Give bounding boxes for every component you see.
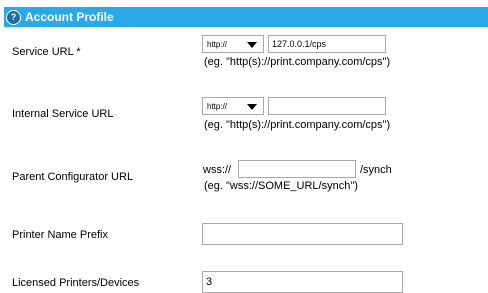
account-profile-header: ? Account Profile [4,7,488,27]
internal-service-url-protocol-value: http:// [207,101,228,111]
parent-configurator-url-input[interactable] [238,160,356,178]
help-icon[interactable]: ? [6,9,21,25]
parent-configurator-url-prefix: wss:// [203,164,232,176]
parent-configurator-url-hint: (eg. "wss://SOME_URL/synch") [204,180,358,192]
service-url-protocol-value: http:// [207,39,228,49]
service-url-hint: (eg. "http(s)://print.company.com/cps") [204,56,391,68]
parent-configurator-url-suffix: /synch [360,164,392,176]
service-url-label: Service URL * [12,46,81,58]
internal-service-url-hint: (eg. "http(s)://print.company.com/cps") [204,119,391,131]
internal-service-url-input[interactable] [268,97,386,115]
chevron-down-icon [247,104,257,110]
printer-name-prefix-label: Printer Name Prefix [12,229,108,241]
header-title: Account Profile [25,10,114,24]
printer-name-prefix-input[interactable] [202,223,403,245]
internal-service-url-label: Internal Service URL [12,108,114,120]
internal-service-url-protocol-select[interactable]: http:// [202,97,264,115]
licensed-printers-label: Licensed Printers/Devices [12,277,140,289]
service-url-protocol-select[interactable]: http:// [202,35,264,53]
parent-configurator-url-label: Parent Configurator URL [12,171,134,183]
chevron-down-icon [247,42,257,48]
licensed-printers-input[interactable] [202,271,403,293]
service-url-input[interactable] [268,35,386,53]
